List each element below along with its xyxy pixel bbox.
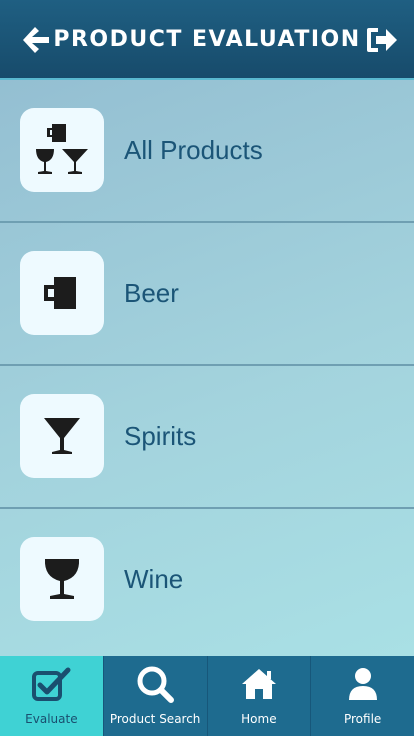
category-icon-box bbox=[20, 394, 104, 478]
home-icon bbox=[241, 669, 276, 699]
all-products-icon bbox=[36, 124, 88, 174]
category-label: Spirits bbox=[124, 421, 197, 451]
category-row-all-products[interactable]: All Products bbox=[0, 80, 414, 223]
category-list: All Products Beer Spirits Wine bbox=[0, 80, 414, 656]
category-row-spirits[interactable]: Spirits bbox=[0, 366, 414, 509]
back-button[interactable] bbox=[18, 22, 54, 58]
checkbox-icon bbox=[32, 667, 71, 701]
page-title: PRODUCT EVALUATION bbox=[53, 26, 361, 52]
category-label: Wine bbox=[124, 564, 184, 594]
logout-icon bbox=[367, 28, 397, 52]
header-bar: PRODUCT EVALUATION bbox=[0, 0, 414, 80]
bottom-tab-bar: Evaluate Product Search Home Profile bbox=[0, 656, 414, 736]
category-icon-box bbox=[20, 251, 104, 335]
app-screen: PRODUCT EVALUATION All Products Beer Spi… bbox=[0, 0, 414, 736]
tab-profile[interactable]: Profile bbox=[310, 656, 414, 736]
search-icon bbox=[137, 666, 175, 703]
cocktail-glass-icon bbox=[44, 418, 80, 454]
wine-glass-icon bbox=[44, 559, 80, 599]
tab-label: Profile bbox=[343, 712, 382, 726]
category-icon-box bbox=[20, 108, 104, 192]
arrow-left-icon bbox=[23, 27, 49, 53]
user-icon bbox=[348, 668, 377, 700]
tab-evaluate[interactable]: Evaluate bbox=[0, 656, 103, 736]
tab-product-search[interactable]: Product Search bbox=[102, 656, 207, 736]
tab-label: Home bbox=[241, 712, 277, 726]
tab-label: Evaluate bbox=[25, 712, 78, 726]
category-row-beer[interactable]: Beer bbox=[0, 223, 414, 366]
beer-mug-icon bbox=[44, 277, 76, 309]
category-label: All Products bbox=[124, 135, 263, 165]
category-icon-box bbox=[20, 537, 104, 621]
tab-label: Product Search bbox=[109, 712, 201, 726]
tab-home[interactable]: Home bbox=[206, 656, 311, 736]
category-label: Beer bbox=[124, 278, 179, 308]
category-row-wine[interactable]: Wine bbox=[0, 509, 414, 652]
logout-button[interactable] bbox=[364, 22, 400, 58]
